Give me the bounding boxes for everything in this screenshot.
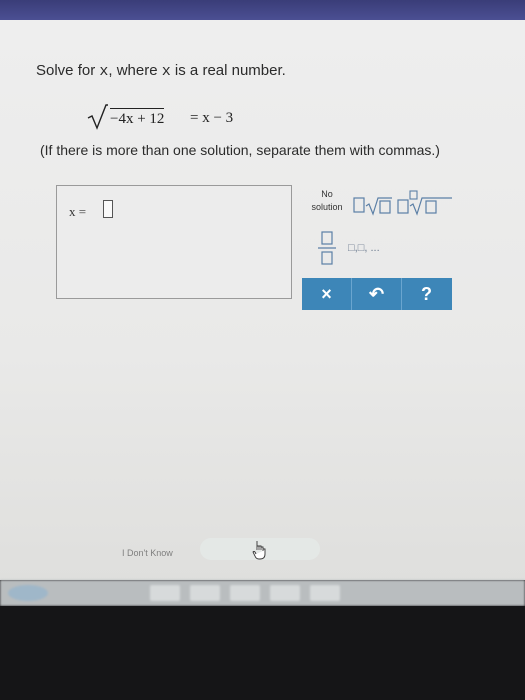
taskbar-app-button[interactable] (310, 585, 340, 601)
clear-button[interactable]: × (302, 278, 351, 310)
prompt-variable: x (161, 63, 171, 80)
start-button[interactable] (8, 585, 48, 601)
answer-variable-label: x = (69, 204, 87, 219)
answer-input-area[interactable]: x = (56, 185, 292, 299)
radicand: −4x + 12 (110, 108, 165, 128)
taskbar-app-button[interactable] (270, 585, 300, 601)
taskbar-app-button[interactable] (230, 585, 260, 601)
sqrt-template-button[interactable] (353, 197, 392, 216)
monitor-bezel (0, 606, 525, 700)
fraction-template-button[interactable] (318, 231, 336, 265)
top-header-bar (0, 0, 525, 20)
question-prompt: Solve for x, where x is a real number. (36, 62, 286, 80)
hand-cursor-icon (252, 541, 266, 560)
prompt-text: , where (108, 62, 162, 79)
prompt-text: Solve for (36, 62, 100, 79)
taskbar-app-button[interactable] (150, 585, 180, 601)
instruction-text: (If there is more than one solution, sep… (40, 142, 440, 158)
equation-right-side: = x − 3 (190, 110, 234, 126)
undo-button[interactable]: ↶ (352, 278, 401, 310)
question-panel: Solve for x, where x is a real number. −… (0, 20, 525, 580)
list-template-button[interactable]: □,□, ... (348, 242, 380, 254)
os-taskbar (0, 580, 525, 606)
dont-know-button[interactable]: I Don't Know (122, 548, 173, 558)
square-root-icon (87, 104, 108, 130)
taskbar-app-button[interactable] (190, 585, 220, 601)
palette-template-buttons (318, 190, 452, 265)
help-button[interactable]: ? (402, 278, 451, 310)
keypad-action-bar: × ↶ ? (302, 278, 452, 310)
nth-root-template-button[interactable] (397, 190, 452, 216)
prompt-text: is a real number. (170, 62, 286, 79)
math-palette: No solution □,□, ... × ↶ ? (302, 188, 452, 310)
answer-input-slot[interactable] (103, 200, 113, 218)
